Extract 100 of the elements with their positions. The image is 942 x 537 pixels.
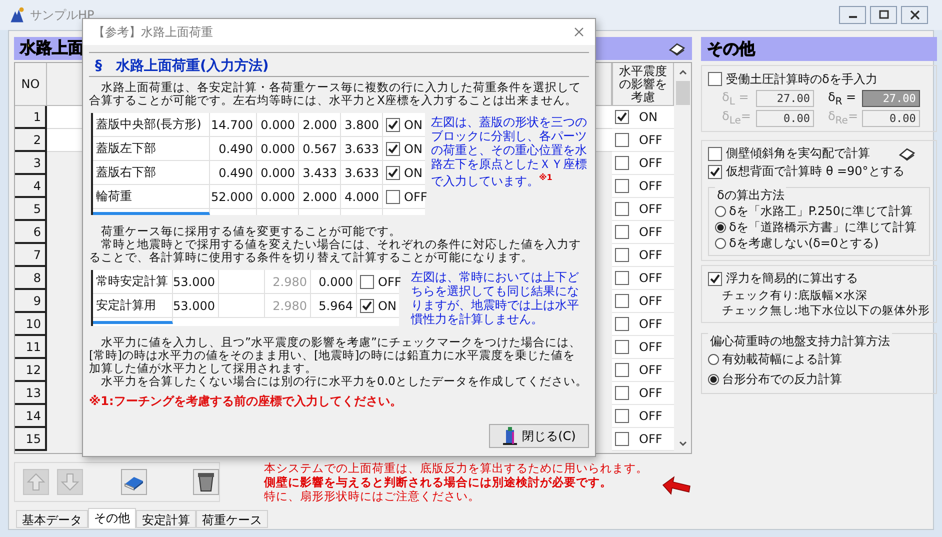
table-cell: 53.000	[173, 294, 219, 317]
table-cell: 0.567	[299, 137, 341, 160]
checkbox[interactable]	[615, 317, 629, 331]
scroll-up-icon[interactable]	[678, 68, 688, 76]
body-text: 水平力を合算したくない場合には別の行に水平力を0.0としたデータを作成してください。	[100, 375, 588, 388]
table-cell: 3.633	[341, 137, 383, 160]
toggle-label: ON	[378, 298, 396, 312]
table-cell: 2.000	[299, 185, 341, 208]
table-cell: 0.000	[257, 161, 299, 184]
row-number: 13	[15, 382, 47, 405]
dialog-title: 【参考】水路上面荷重	[93, 24, 213, 40]
scroll-thumb[interactable]	[676, 81, 690, 105]
tab[interactable]: 基本データ	[16, 510, 88, 528]
note-text: 左図は、蓋版の形状を三つのブロックに分割し、各パーツの荷重と、その重心位置を水路左下を原点としたＸＹ座標で入力しています。$^{※1}$	[431, 115, 588, 190]
radio-button[interactable]	[715, 222, 726, 234]
checkbox[interactable]	[615, 110, 629, 124]
checkbox[interactable]	[708, 146, 722, 161]
table-cell: 蓋版左下部	[93, 137, 210, 160]
body-text: 常時と地震時とで採用する値を変えたい場合には、それぞれの条件に対応した値を入力す	[100, 238, 582, 251]
table-cell: 52.000	[210, 185, 257, 208]
radio-button[interactable]	[715, 238, 726, 250]
radio-button[interactable]	[715, 206, 726, 218]
toggle-label: ON	[404, 166, 422, 180]
eraser-button[interactable]	[121, 469, 147, 495]
checkbox-label: 受働土圧計算時のδを手入力	[726, 70, 878, 88]
checkbox[interactable]	[615, 340, 629, 354]
tab[interactable]: 荷重ケース	[196, 510, 268, 528]
checkbox[interactable]	[708, 272, 722, 286]
radio-label: δを「道路橋示方書」に準じて計算	[729, 219, 916, 236]
hint-text: チェック有り:底版幅×水深	[721, 288, 869, 303]
table-cell: 14.700	[210, 113, 257, 136]
row-number: 1	[15, 106, 47, 129]
notice-text: 特に、扇形形状時にはご注意ください。	[264, 489, 481, 503]
toggle-label: OFF	[639, 432, 662, 446]
toggle-label: OFF	[639, 179, 662, 193]
minimize-button[interactable]	[839, 6, 866, 24]
body-text: 合算することが可能です。左右均等時には、水平力とX座標を入力することは出来ません。	[89, 94, 578, 107]
tab[interactable]: 安定計算	[136, 510, 196, 528]
toggle-label: ON	[404, 142, 422, 156]
panel-title: その他	[707, 38, 755, 60]
checkbox-label: 側壁傾斜角を実勾配で計算	[726, 145, 870, 162]
book-icon[interactable]	[668, 42, 686, 56]
down-arrow-icon	[60, 472, 80, 492]
checkbox[interactable]	[615, 248, 629, 262]
checkbox[interactable]	[615, 133, 629, 147]
toggle-label: OFF	[639, 386, 662, 400]
exit-icon	[502, 426, 518, 446]
close-button[interactable]	[901, 6, 928, 24]
radio-button[interactable]	[708, 354, 719, 366]
book-icon[interactable]	[898, 146, 916, 161]
row-number: 5	[15, 198, 47, 221]
radio-label: δを考慮しない(δ=0とする)	[729, 235, 879, 252]
table-cell: 3.633	[341, 161, 383, 184]
field-label: δ$_{Re}$=	[828, 109, 859, 127]
row-number: 9	[15, 290, 47, 313]
checkbox[interactable]	[615, 179, 629, 193]
row-number: 3	[15, 152, 47, 175]
close-icon[interactable]	[573, 26, 585, 38]
checkbox[interactable]	[615, 202, 629, 216]
toggle-label: OFF	[639, 248, 662, 262]
toggle-label: OFF	[639, 202, 662, 216]
checkbox[interactable]	[708, 72, 722, 86]
checkbox[interactable]	[615, 225, 629, 239]
checkbox[interactable]	[615, 363, 629, 377]
field-label: δ$_{L}$ =	[722, 90, 750, 108]
maximize-button[interactable]	[870, 6, 897, 24]
toggle-label: OFF	[639, 409, 662, 423]
toggle-label: OFF	[639, 225, 662, 239]
checkbox[interactable]	[615, 294, 629, 308]
body-text: ることで、各計算時に使用する条件を切り替えて計算することが可能になります。	[89, 251, 534, 264]
table-cell: 0.000	[257, 185, 299, 208]
scroll-down-icon[interactable]	[678, 440, 688, 448]
checkbox[interactable]	[615, 409, 629, 423]
table-cell: 蓋版中央部(長方形)	[93, 113, 210, 136]
column-header: NO	[15, 63, 47, 106]
toggle-label: OFF	[639, 294, 662, 308]
checkbox[interactable]	[615, 432, 629, 446]
checkbox[interactable]	[615, 271, 629, 285]
table-cell: 蓋版右下部	[93, 161, 210, 184]
up-arrow-icon	[26, 472, 46, 492]
table-cell: 2.980	[265, 270, 311, 293]
radio-button[interactable]	[708, 374, 719, 386]
checkbox[interactable]	[615, 386, 629, 400]
table-cell: 常時安定計算	[93, 270, 173, 293]
checkbox[interactable]	[615, 156, 629, 170]
table-cell: 2.980	[265, 294, 311, 317]
table-cell: 0.490	[210, 161, 257, 184]
close-dialog-button[interactable]: 閉じる(C)	[489, 424, 589, 448]
toggle-label: OFF	[639, 363, 662, 377]
trash-button[interactable]	[193, 469, 219, 495]
toggle-label: OFF	[639, 271, 662, 285]
toggle-label: OFF	[639, 133, 662, 147]
group-title: δの算出方法	[715, 186, 786, 204]
checkbox[interactable]	[708, 164, 722, 179]
table-cell: 0.000	[257, 137, 299, 160]
body-text: [常時]の時は水平力の値をそのまま用い、[地震時]の時には鉛直力に水平震度を乗じた値を	[89, 349, 576, 362]
table-cell: 安定計算用	[93, 294, 173, 317]
hint-text: チェック無し:地下水位以下の躯体外形	[721, 302, 930, 318]
tab[interactable]: その他	[88, 508, 136, 528]
note-text: 左図は、常時においては上下どちらを選択しても同じ結果になりますが、地震時では上は水平慣性力を計算しません。	[411, 270, 580, 326]
